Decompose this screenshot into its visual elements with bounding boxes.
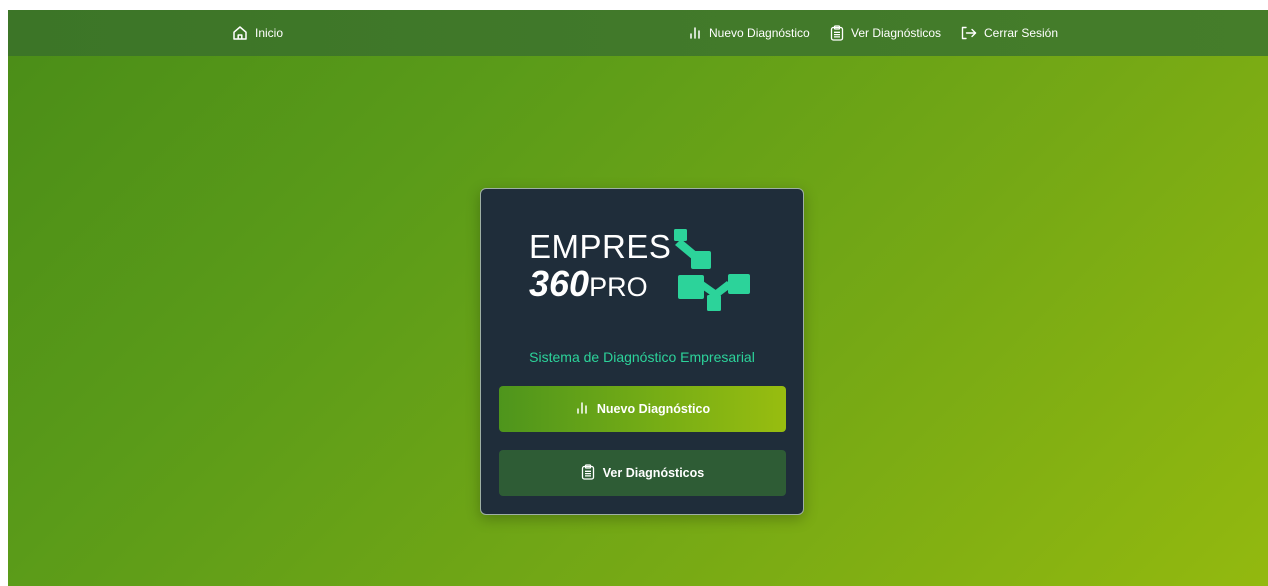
view-diagnostics-button-label: Ver Diagnósticos — [602, 466, 705, 480]
clipboard-icon — [581, 463, 595, 483]
nav-new-diagnostic-label: Nuevo Diagnóstico — [709, 26, 810, 40]
nav-logout-label: Cerrar Sesión — [984, 26, 1059, 40]
nav-home-label: Inicio — [255, 26, 284, 40]
bar-chart-icon — [688, 26, 702, 40]
nav-view-diagnostics-label: Ver Diagnósticos — [851, 26, 942, 40]
empres360pro-logo: EMPRES 360PRO — [529, 227, 759, 317]
logo-mark-icon — [674, 229, 750, 311]
bar-chart-icon — [575, 401, 589, 418]
clipboard-icon — [830, 25, 844, 41]
logo-word-360pro: 360PRO — [529, 263, 648, 313]
page-background: Inicio Nuevo Diagnóstico Ver Diagnóstico… — [8, 10, 1268, 586]
top-navbar: Inicio Nuevo Diagnóstico Ver Diagnóstico… — [8, 10, 1268, 56]
nav-logout-link[interactable]: Cerrar Sesión — [961, 10, 1058, 56]
card-subtitle: Sistema de Diagnóstico Empresarial — [529, 349, 755, 365]
nav-home-link[interactable]: Inicio — [232, 10, 283, 56]
logout-icon — [961, 26, 977, 40]
logo-number: 360 — [529, 263, 590, 304]
logo-word-empres: EMPRES — [529, 228, 672, 265]
view-diagnostics-button[interactable]: Ver Diagnósticos — [499, 450, 786, 496]
new-diagnostic-button[interactable]: Nuevo Diagnóstico — [499, 386, 786, 432]
home-icon — [232, 25, 248, 41]
new-diagnostic-button-label: Nuevo Diagnóstico — [596, 402, 711, 416]
nav-view-diagnostics-link[interactable]: Ver Diagnósticos — [830, 10, 941, 56]
nav-new-diagnostic-link[interactable]: Nuevo Diagnóstico — [688, 10, 810, 56]
main-card: EMPRES 360PRO Sistema de Diagnóstico Emp… — [480, 188, 804, 515]
logo-suffix: PRO — [589, 272, 648, 302]
